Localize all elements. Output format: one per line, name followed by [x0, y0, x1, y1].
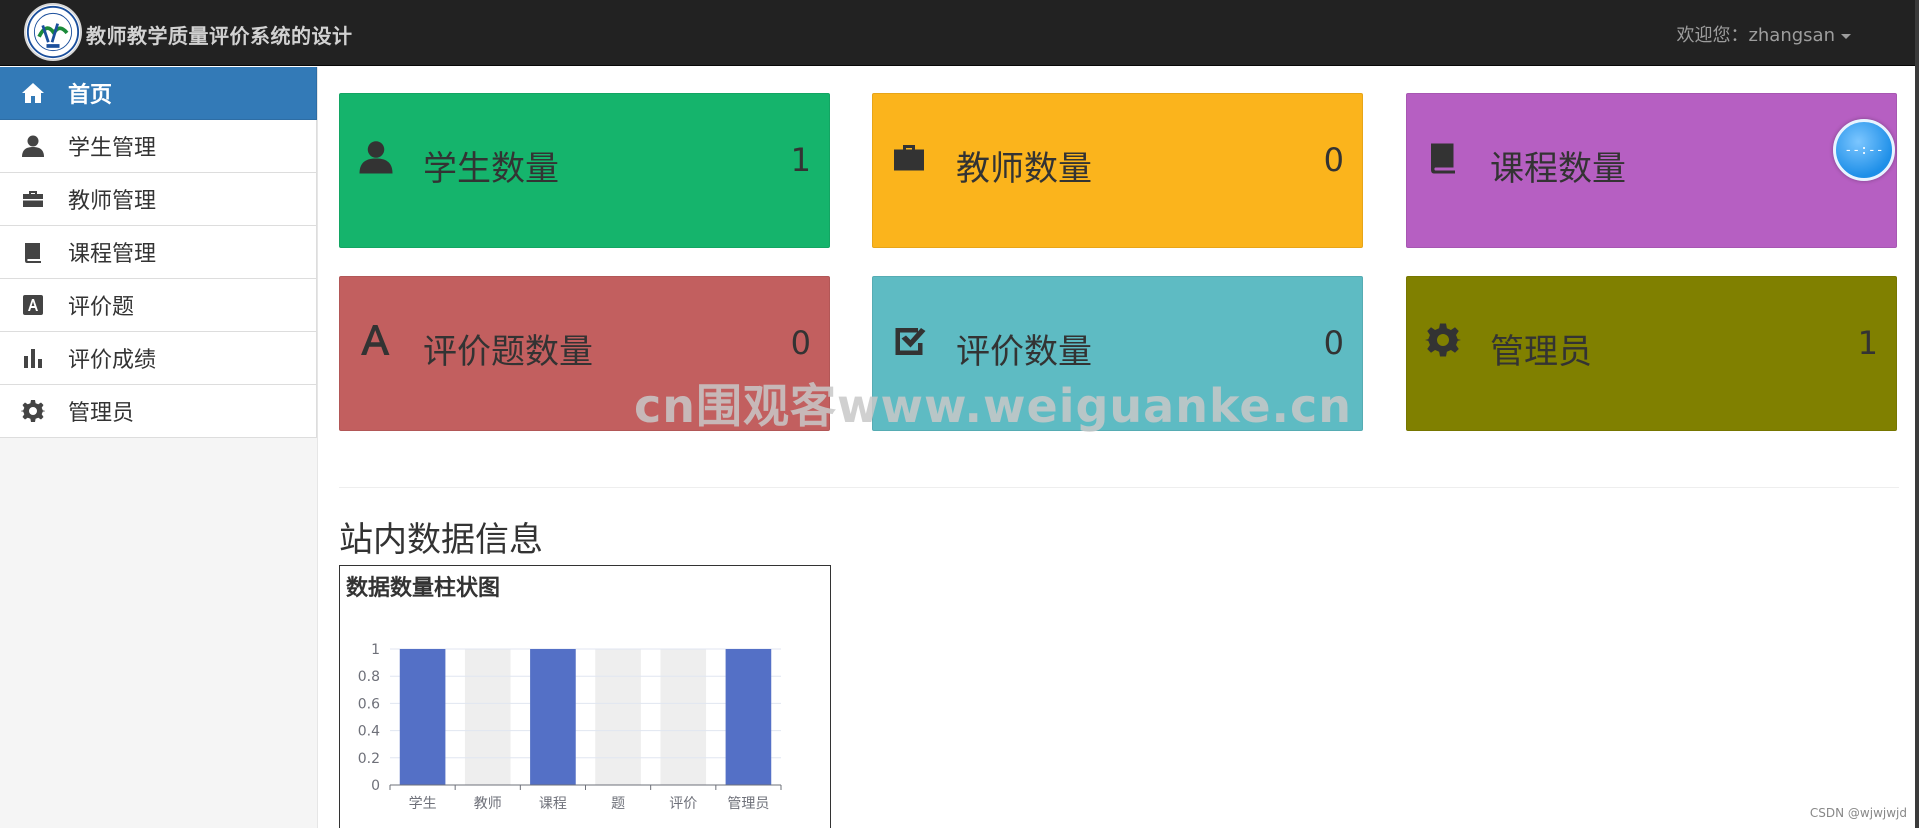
section-title: 站内数据信息 [339, 512, 543, 561]
user-icon [20, 133, 46, 159]
sidebar-item-label: 管理员 [68, 395, 134, 427]
book-icon [20, 239, 46, 265]
stat-card-value: 0 [1324, 324, 1344, 362]
scrollbar[interactable] [1915, 0, 1919, 828]
sidebar-item-admin[interactable]: 管理员 [0, 385, 317, 438]
bar-chart: 0 0.2 0.4 0.6 0.8 1 学生 教师 课程 题 评价 管理员 [340, 566, 832, 829]
cog-icon [20, 398, 46, 424]
stats-icon [20, 345, 46, 371]
x-tick-label: 教师 [474, 796, 502, 812]
home-icon [20, 80, 46, 106]
sidebar-item-label: 课程管理 [68, 236, 156, 268]
stat-card-value: 0 [791, 324, 811, 362]
sidebar-item-teachers[interactable]: 教师管理 [0, 173, 317, 226]
cog-icon [1425, 322, 1461, 358]
x-tick-label: 学生 [409, 796, 437, 812]
sidebar-item-scores[interactable]: 评价成绩 [0, 332, 317, 385]
section-divider [339, 487, 1899, 488]
sidebar-item-label: 学生管理 [68, 130, 156, 162]
stat-card-students[interactable]: 学生数量 1 [339, 93, 830, 248]
briefcase-icon [20, 186, 46, 212]
user-icon [358, 139, 394, 175]
clock-widget[interactable]: --:-- [1833, 119, 1895, 181]
stat-card-courses[interactable]: 课程数量 [1406, 93, 1897, 248]
bar-background [465, 649, 511, 785]
stat-card-title: 评价数量 [956, 324, 1092, 373]
font-icon [20, 292, 46, 318]
stat-card-value: 1 [1858, 324, 1878, 362]
check-icon [891, 322, 927, 358]
caret-down-icon [1841, 34, 1851, 39]
school-logo [24, 3, 82, 61]
y-tick-label: 0.4 [358, 724, 380, 740]
bar [726, 649, 772, 785]
x-tick-label: 评价 [669, 796, 697, 812]
bar [400, 649, 446, 785]
sidebar-item-home[interactable]: 首页 [0, 67, 317, 120]
y-tick-label: 0.2 [358, 751, 380, 767]
stat-card-value: 0 [1324, 141, 1344, 179]
bar-background [660, 649, 706, 785]
sidebar-item-label: 评价成绩 [68, 342, 156, 374]
stat-card-title: 学生数量 [423, 141, 559, 190]
sidebar-item-questions[interactable]: 评价题 [0, 279, 317, 332]
x-tick-label: 管理员 [727, 796, 769, 812]
sidebar-item-label: 评价题 [68, 289, 134, 321]
briefcase-icon [891, 139, 927, 175]
chart-title: 数据数量柱状图 [346, 570, 500, 602]
sidebar-item-label: 首页 [68, 77, 112, 109]
bar-background [595, 649, 641, 785]
y-tick-label: 0.6 [358, 696, 380, 712]
top-navbar: 教师教学质量评价系统的设计 欢迎您：zhangsan [0, 0, 1919, 66]
stat-card-title: 评价题数量 [423, 324, 593, 373]
user-welcome-label: 欢迎您：zhangsan [1676, 25, 1835, 46]
credit-text: CSDN @wjwjwjd [1810, 806, 1907, 820]
y-tick-label: 1 [371, 642, 380, 658]
watermark: cn围观客www.weiguanke.cn [634, 370, 1352, 436]
sidebar-item-label: 教师管理 [68, 183, 156, 215]
sidebar-item-students[interactable]: 学生管理 [0, 120, 317, 173]
y-tick-label: 0 [371, 778, 380, 794]
stat-card-value: 1 [791, 141, 811, 179]
font-icon [358, 322, 394, 358]
sidebar: 首页 学生管理 教师管理 课程管理 评价题 评价成绩 管理员 [0, 67, 318, 828]
user-menu[interactable]: 欢迎您：zhangsan [1676, 21, 1851, 47]
x-tick-label: 题 [611, 796, 625, 812]
stat-card-title: 教师数量 [956, 141, 1092, 190]
bar [530, 649, 576, 785]
clock-text: --:-- [1844, 143, 1883, 158]
app-title[interactable]: 教师教学质量评价系统的设计 [86, 20, 353, 49]
stat-card-title: 管理员 [1490, 324, 1592, 373]
x-tick-label: 课程 [539, 796, 567, 812]
sidebar-item-courses[interactable]: 课程管理 [0, 226, 317, 279]
y-tick-label: 0.8 [358, 669, 380, 685]
stat-card-title: 课程数量 [1490, 141, 1626, 190]
bar-chart-panel: 0 0.2 0.4 0.6 0.8 1 学生 教师 课程 题 评价 管理员 数据数量柱状图 [339, 565, 831, 828]
book-icon [1425, 139, 1461, 175]
stat-card-admins[interactable]: 管理员 1 [1406, 276, 1897, 431]
stat-card-teachers[interactable]: 教师数量 0 [872, 93, 1363, 248]
